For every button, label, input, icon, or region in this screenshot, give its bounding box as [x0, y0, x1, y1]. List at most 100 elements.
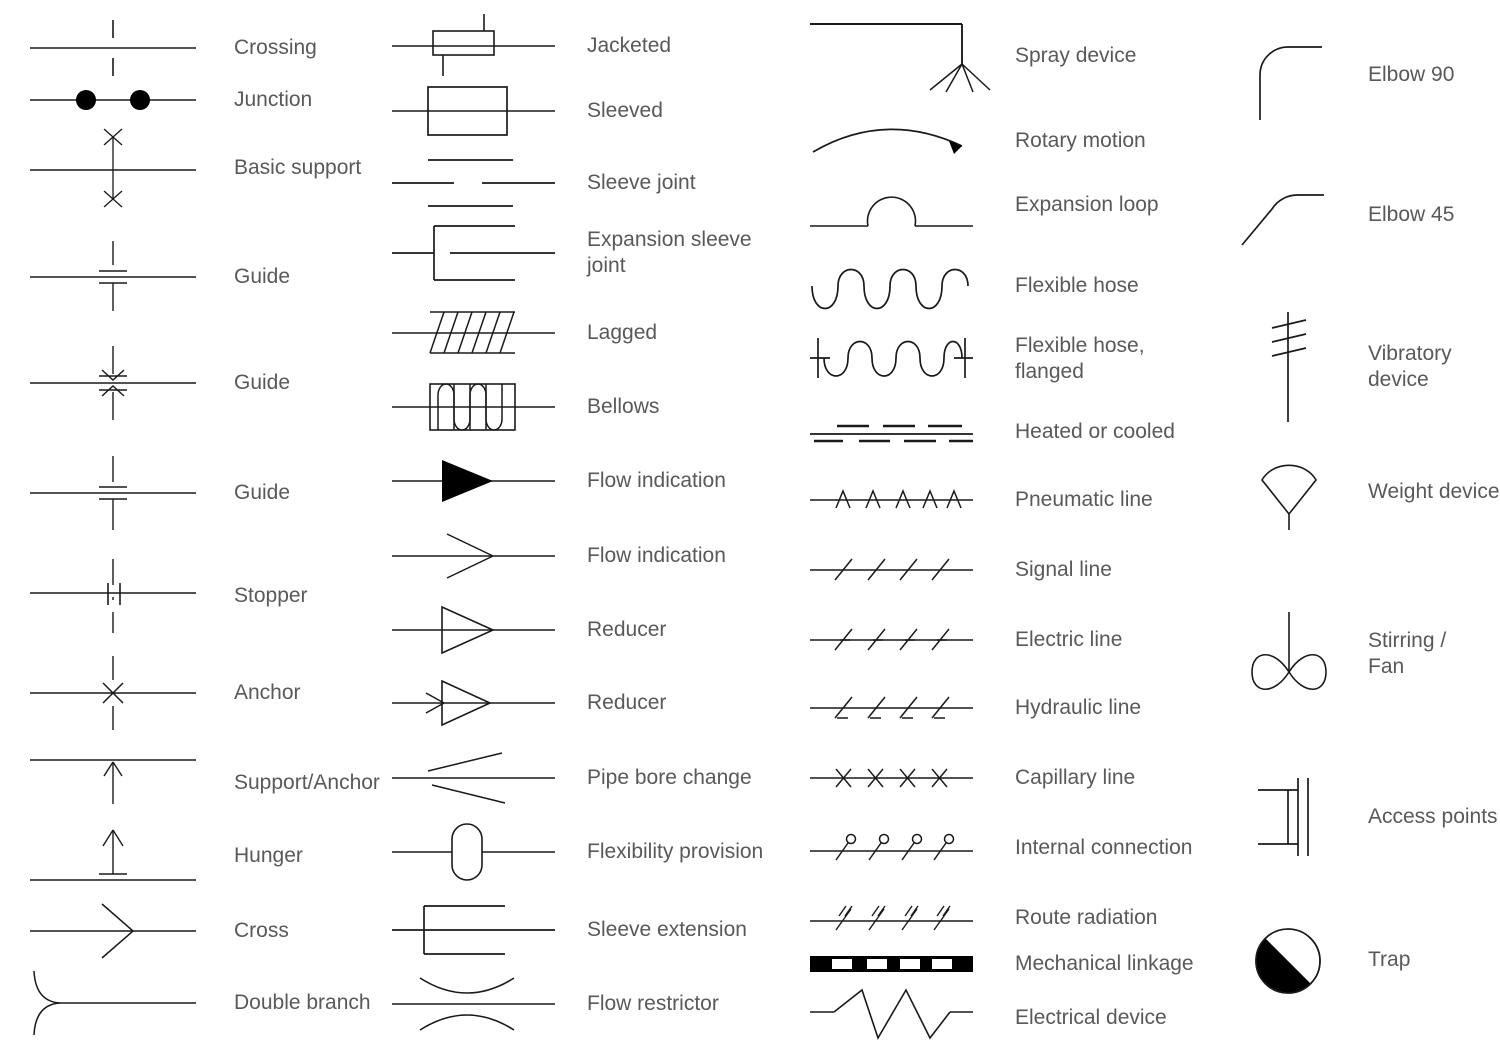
legend-item-expansion-sleeve-joint: Expansion sleeve joint — [392, 218, 752, 288]
legend-item-trap: Trap — [1240, 920, 1410, 1000]
legend-item-hunger: Hunger — [30, 820, 303, 892]
expansion-sleeve-joint-symbol — [392, 218, 555, 288]
capillary-line-symbol — [810, 756, 973, 800]
spray-device-symbol — [810, 16, 991, 96]
flow-indication-filled-symbol — [392, 452, 555, 510]
guide-2-symbol — [30, 340, 196, 426]
legend-label: Guide — [234, 265, 291, 289]
legend-item-crossing: Crossing — [30, 20, 317, 76]
legend-item-bellows: Bellows — [392, 378, 659, 436]
legend-label: Weight device — [1368, 480, 1500, 504]
heated-or-cooled-symbol — [810, 412, 973, 452]
elbow-45-symbol — [1240, 175, 1340, 255]
legend-label: Electrical device — [1015, 1006, 1167, 1030]
legend-label: Crossing — [234, 36, 317, 60]
legend-label: Lagged — [587, 321, 658, 345]
legend-item-flow-indication-filled: Flow indication — [392, 452, 726, 510]
vibratory-device-symbol — [1240, 308, 1340, 426]
legend-item-guide-1: Guide — [30, 235, 290, 319]
legend-item-sleeve-joint: Sleeve joint — [392, 152, 696, 214]
legend-label: Rotary motion — [1015, 129, 1146, 153]
legend-label: Flow indication — [587, 469, 726, 493]
legend-label: Hydraulic line — [1015, 696, 1142, 720]
legend-item-basic-support: Basic support — [30, 126, 361, 210]
legend-item-sleeved: Sleeved — [392, 78, 663, 144]
legend-item-flexible-hose-flanged: Flexible hose, flanged — [810, 330, 1145, 388]
legend-label: Stirring / Fan — [1368, 629, 1447, 678]
jacketed-symbol — [392, 14, 555, 78]
stopper-symbol — [30, 553, 196, 639]
legend-label: Sleeved — [587, 99, 663, 123]
legend-item-pneumatic-line: Pneumatic line — [810, 478, 1153, 522]
legend-label: Hunger — [234, 844, 303, 868]
flexibility-provision-symbol — [392, 818, 555, 886]
cross-symbol — [30, 898, 196, 964]
guide-3-symbol — [30, 450, 196, 536]
legend-item-pipe-bore-change: Pipe bore change — [392, 747, 752, 809]
legend-label: Expansion sleeve joint — [587, 228, 752, 277]
legend-item-stirring-fan: Stirring / Fan — [1240, 610, 1446, 698]
legend-label: Pipe bore change — [587, 766, 752, 790]
pipe-bore-change-symbol — [392, 747, 555, 809]
legend-item-flexibility-provision: Flexibility provision — [392, 818, 763, 886]
rotary-motion-symbol — [810, 112, 973, 170]
legend-label: Heated or cooled — [1015, 420, 1175, 444]
legend-label: Flexible hose, flanged — [1015, 334, 1145, 383]
legend-label: Jacketed — [587, 34, 672, 58]
legend-item-spray-device: Spray device — [810, 16, 1136, 96]
legend-label: Capillary line — [1015, 766, 1136, 790]
legend-item-junction: Junction — [30, 78, 312, 122]
legend-item-heated-or-cooled: Heated or cooled — [810, 412, 1175, 452]
legend-item-vibratory-device: Vibratory device — [1240, 308, 1500, 426]
internal-connection-symbol — [810, 826, 973, 870]
legend-label: Double branch — [234, 991, 371, 1015]
legend-label: Pneumatic line — [1015, 488, 1153, 512]
sleeved-symbol — [392, 78, 555, 144]
flow-indication-open-symbol — [392, 527, 555, 585]
legend-item-capillary-line: Capillary line — [810, 756, 1135, 800]
junction-symbol — [30, 78, 196, 122]
legend-item-stopper: Stopper — [30, 553, 308, 639]
legend-label: Elbow 45 — [1368, 203, 1455, 227]
mechanical-linkage-symbol — [810, 948, 973, 980]
reducer-arrow-symbol — [392, 676, 555, 730]
legend-item-sleeve-extension: Sleeve extension — [392, 898, 747, 962]
legend-item-route-radiation: Route radiation — [810, 896, 1157, 940]
legend-item-flexible-hose: Flexible hose — [810, 258, 1139, 314]
legend-label: Sleeve joint — [587, 171, 696, 195]
legend-item-flow-indication-open: Flow indication — [392, 527, 726, 585]
legend-item-reducer: Reducer — [392, 601, 666, 659]
legend-label: Spray device — [1015, 44, 1137, 68]
legend-label: Route radiation — [1015, 906, 1158, 930]
legend-label: Junction — [234, 88, 313, 112]
anchor-symbol — [30, 650, 196, 736]
signal-line-symbol — [810, 548, 973, 592]
legend-label: Flexible hose — [1015, 274, 1139, 298]
legend-label: Bellows — [587, 395, 660, 419]
legend-item-guide-2: Guide — [30, 340, 290, 426]
legend-label: Mechanical linkage — [1015, 952, 1194, 976]
legend-label: Stopper — [234, 584, 308, 608]
legend-item-internal-connection: Internal connection — [810, 826, 1192, 870]
legend-label: Basic support — [234, 156, 362, 180]
piping-symbols-legend: Crossing Junction Basic support Guide Gu… — [0, 0, 1500, 1057]
legend-item-access-points: Access points — [1240, 772, 1498, 862]
legend-item-support-anchor: Support/Anchor — [30, 748, 380, 818]
legend-item-lagged: Lagged — [392, 302, 657, 364]
legend-label: Guide — [234, 371, 291, 395]
flexible-hose-symbol — [810, 258, 973, 314]
legend-label: Flow indication — [587, 544, 726, 568]
legend-label: Sleeve extension — [587, 918, 747, 942]
legend-item-mechanical-linkage: Mechanical linkage — [810, 948, 1194, 980]
legend-item-electrical-device: Electrical device — [810, 986, 1167, 1050]
legend-label: Flexibility provision — [587, 840, 764, 864]
sleeve-extension-symbol — [392, 898, 555, 962]
expansion-loop-symbol — [810, 176, 973, 234]
bellows-symbol — [392, 378, 555, 436]
route-radiation-symbol — [810, 896, 973, 940]
legend-label: Support/Anchor — [234, 771, 380, 795]
flexible-hose-flanged-symbol — [810, 330, 973, 388]
pneumatic-line-symbol — [810, 478, 973, 522]
trap-symbol — [1240, 920, 1340, 1000]
legend-item-double-branch: Double branch — [30, 968, 371, 1038]
